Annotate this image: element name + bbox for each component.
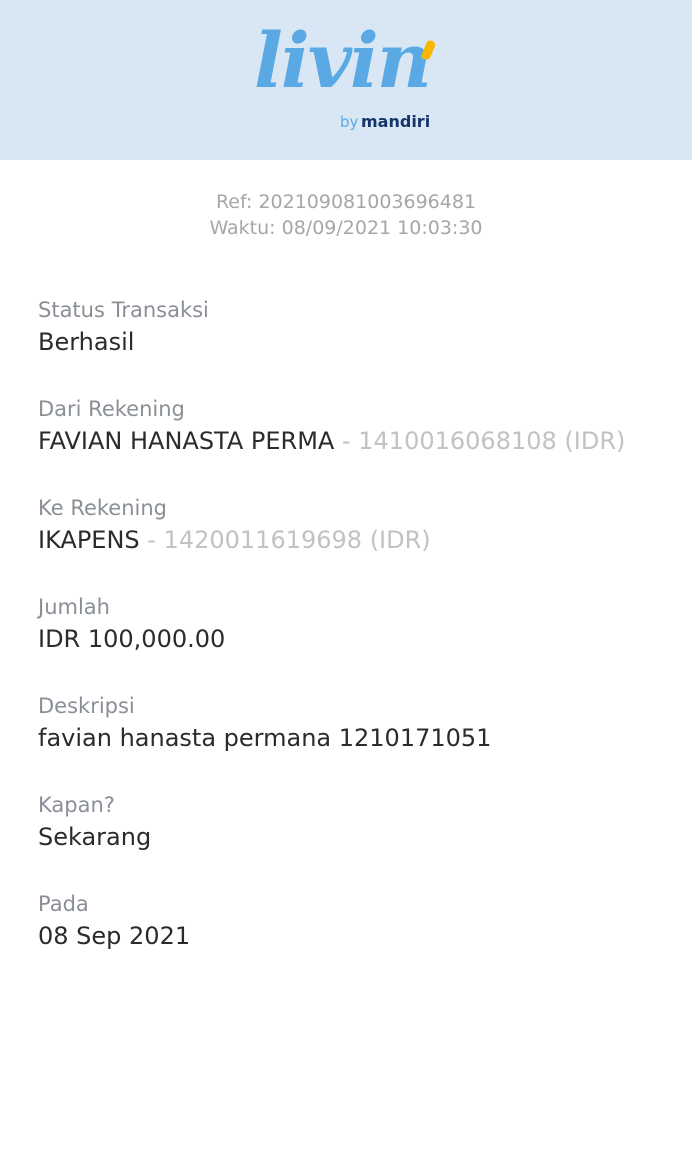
date-value: 08 Sep 2021	[38, 922, 191, 950]
logo-brand-text: mandiri	[361, 112, 431, 131]
date-label: Pada	[38, 892, 89, 916]
to-account-label: Ke Rekening	[38, 496, 168, 520]
livin-mandiri-logo: livin by mandiri	[250, 16, 440, 136]
field-amount: Jumlah IDR 100,000.00	[38, 593, 225, 655]
to-account-value: IKAPENS - 1420011619698 (IDR)	[38, 524, 431, 556]
field-to-account: Ke Rekening IKAPENS - 1420011619698 (IDR…	[38, 494, 431, 556]
when-label: Kapan?	[38, 793, 115, 817]
field-from-account: Dari Rekening FAVIAN HANASTA PERMA - 141…	[38, 395, 625, 457]
amount-label: Jumlah	[38, 595, 110, 619]
from-account-number: - 1410016068108 (IDR)	[334, 427, 626, 455]
description-value: favian hanasta permana 1210171051	[38, 724, 492, 752]
status-label: Status Transaksi	[38, 298, 209, 322]
logo-by-text: by	[340, 113, 359, 131]
from-account-value: FAVIAN HANASTA PERMA - 1410016068108 (ID…	[38, 425, 625, 457]
description-label: Deskripsi	[38, 694, 135, 718]
header-banner: livin by mandiri	[0, 0, 692, 160]
status-value: Berhasil	[38, 328, 135, 356]
from-account-label: Dari Rekening	[38, 397, 185, 421]
from-account-name: FAVIAN HANASTA PERMA	[38, 427, 335, 455]
reference-number: Ref: 202109081003696481	[215, 191, 477, 213]
when-value: Sekarang	[38, 823, 152, 851]
amount-value: IDR 100,000.00	[38, 625, 226, 653]
logo-wordmark: livin	[254, 16, 432, 105]
field-when: Kapan? Sekarang	[38, 791, 151, 853]
field-status: Status Transaksi Berhasil	[38, 296, 209, 358]
field-description: Deskripsi favian hanasta permana 1210171…	[38, 692, 491, 754]
to-account-name: IKAPENS	[38, 526, 140, 554]
field-date: Pada 08 Sep 2021	[38, 890, 190, 952]
transaction-time: Waktu: 08/09/2021 10:03:30	[209, 217, 483, 239]
to-account-number: - 1420011619698 (IDR)	[139, 526, 431, 554]
